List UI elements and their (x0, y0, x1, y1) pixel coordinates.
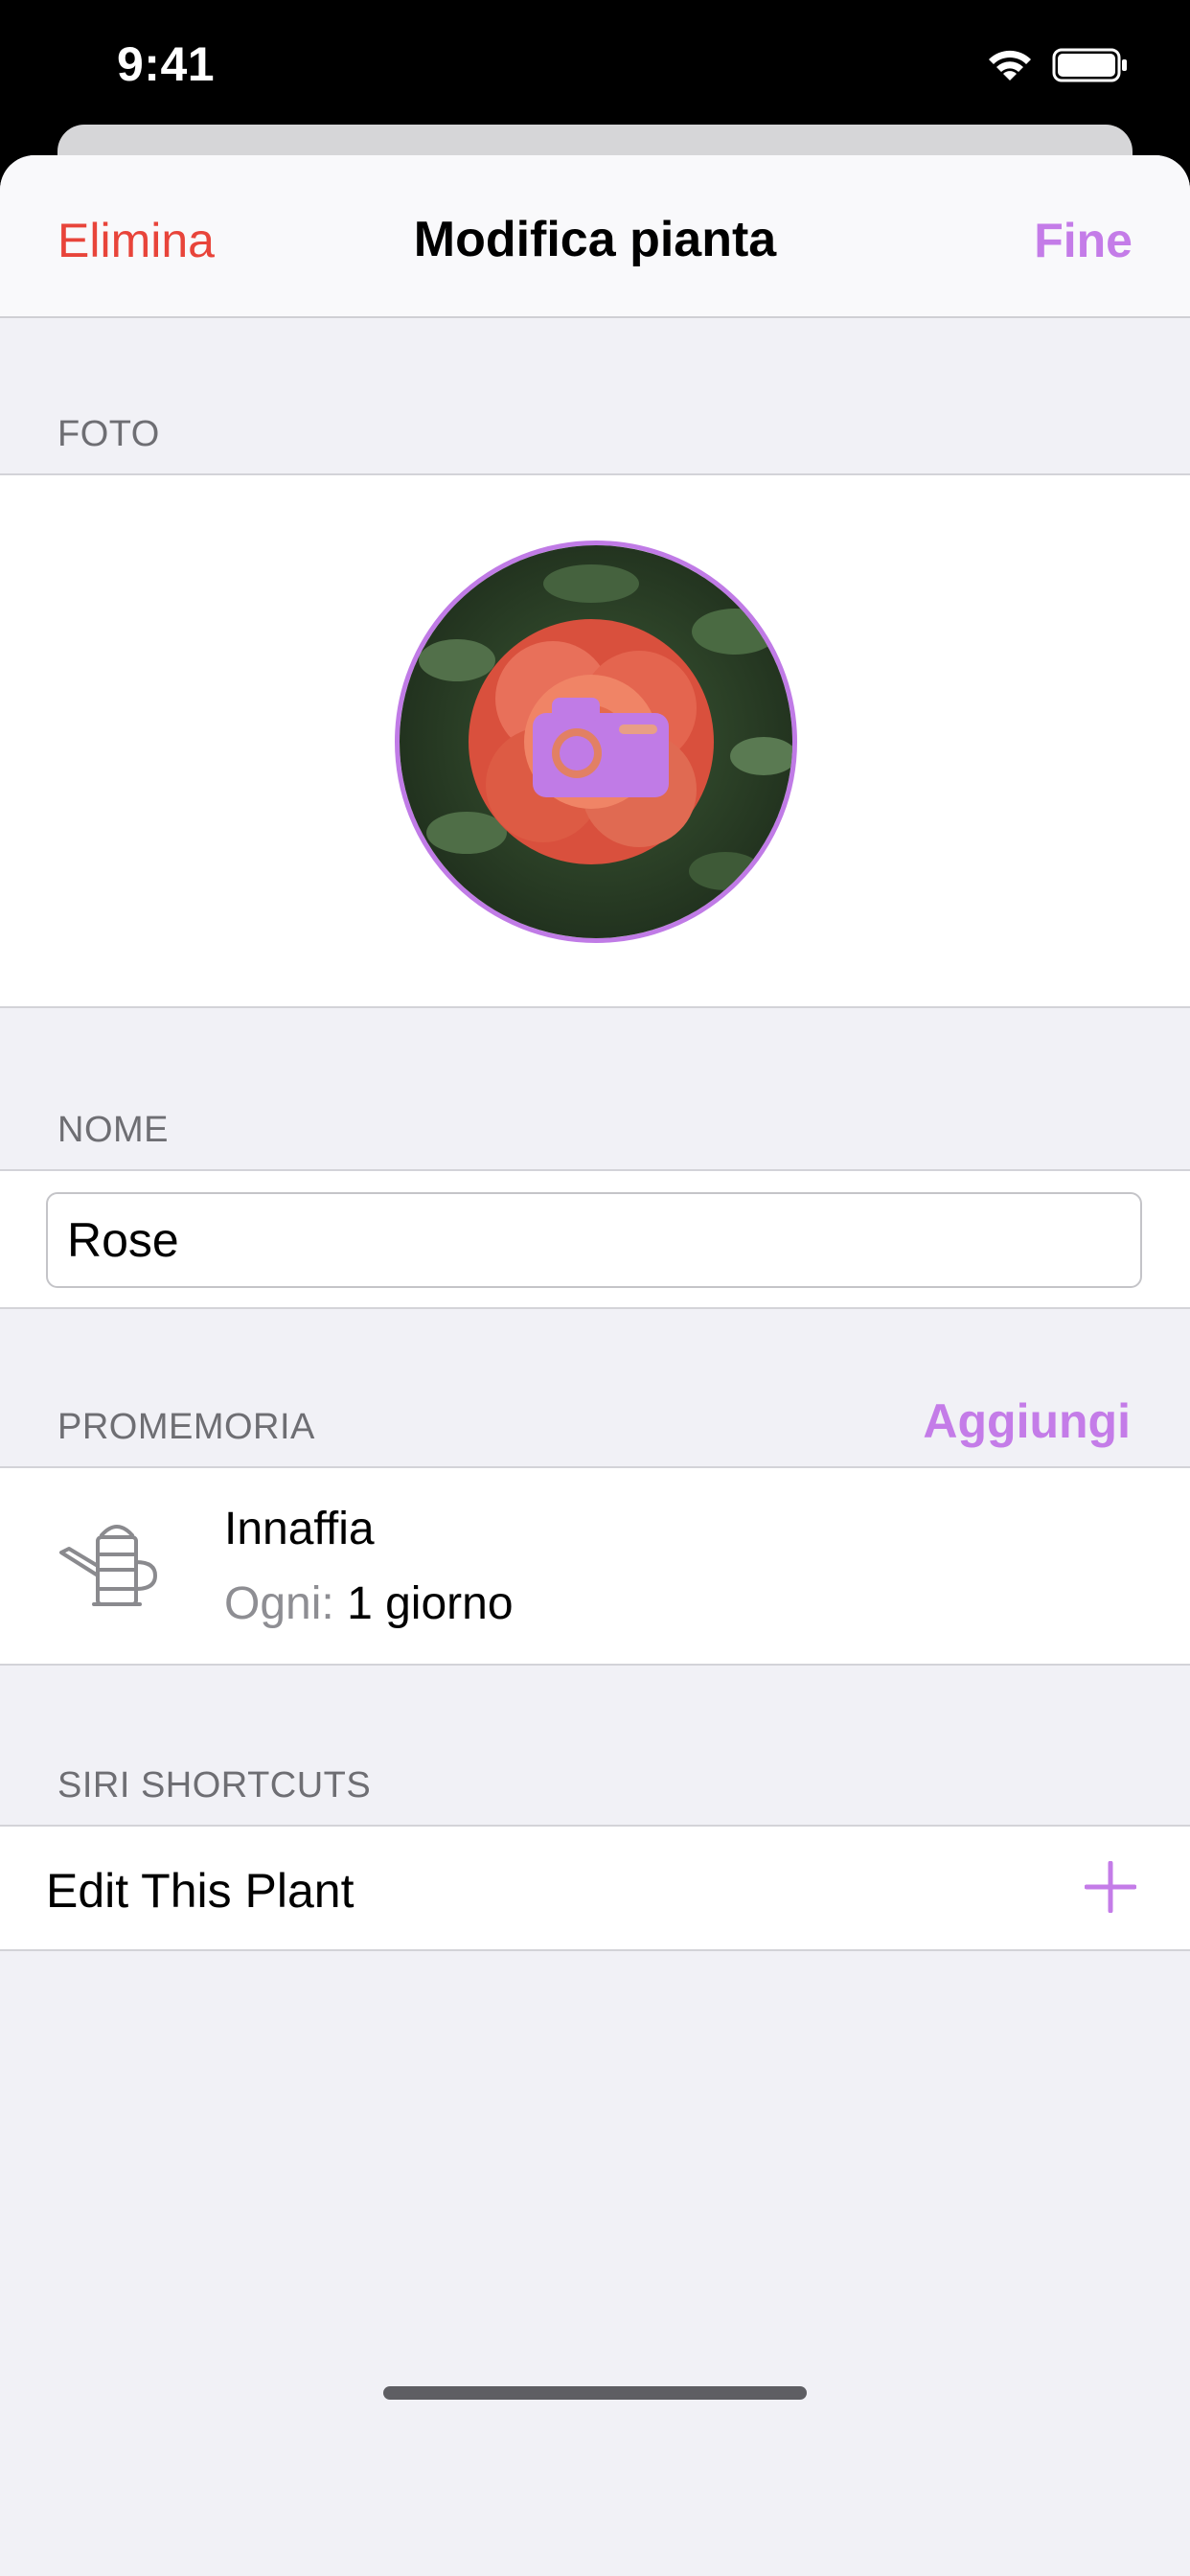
camera-icon (533, 698, 669, 797)
reminder-frequency: Ogni: 1 giorno (224, 1577, 514, 1630)
add-reminder-button[interactable]: Aggiungi (923, 1393, 1131, 1449)
photo-card (0, 473, 1190, 1008)
watering-can-icon (59, 1525, 157, 1606)
frequency-label: Ogni: (224, 1578, 334, 1629)
reminders-section-header: PROMEMORIA (57, 1407, 315, 1447)
navigation-bar: Elimina Modifica pianta Fine (0, 155, 1190, 318)
wifi-icon (989, 50, 1031, 80)
edit-plant-sheet: Elimina Modifica pianta Fine FOTO NOME R… (0, 155, 1190, 2576)
reminder-row[interactable]: Innaffia Ogni: 1 giorno (0, 1466, 1190, 1666)
done-button[interactable]: Fine (1034, 213, 1133, 268)
home-indicator[interactable] (383, 2386, 807, 2400)
siri-section-header: SIRI SHORTCUTS (57, 1765, 372, 1806)
battery-icon (1052, 48, 1127, 82)
siri-shortcut-row[interactable]: Edit This Plant (0, 1825, 1190, 1951)
status-bar: 9:41 (0, 0, 1190, 134)
photo-section-header: FOTO (57, 414, 160, 454)
plus-icon[interactable] (1085, 1861, 1136, 1913)
plant-name-input[interactable] (46, 1192, 1142, 1288)
name-card (0, 1169, 1190, 1309)
reminder-title: Innaffia (224, 1504, 375, 1554)
page-title: Modifica pianta (413, 212, 777, 267)
name-section-header: NOME (57, 1110, 169, 1150)
siri-shortcut-label: Edit This Plant (46, 1864, 355, 1918)
frequency-value: 1 giorno (347, 1578, 514, 1629)
status-time: 9:41 (117, 37, 216, 91)
plant-photo[interactable] (395, 540, 797, 943)
